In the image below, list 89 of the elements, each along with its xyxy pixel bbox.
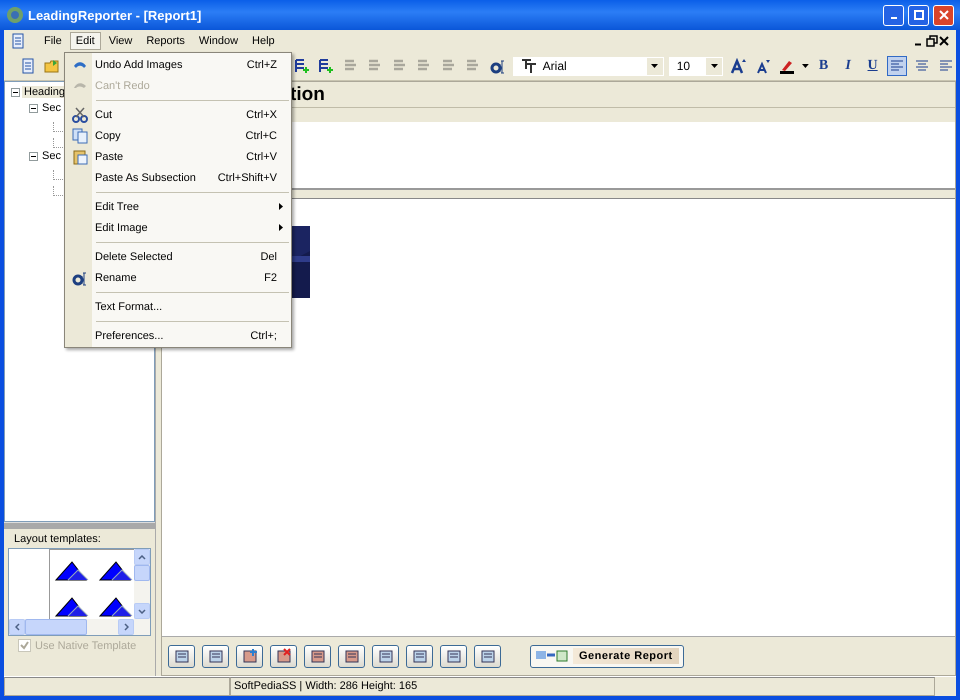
menu-item[interactable]: Text Format... xyxy=(65,296,291,317)
menu-item[interactable]: File xyxy=(38,32,68,50)
collapse-icon[interactable] xyxy=(29,152,38,160)
collapse-icon[interactable] xyxy=(11,88,20,96)
app-icon xyxy=(6,6,24,24)
font-icon xyxy=(520,58,537,74)
caret-icon xyxy=(710,64,718,68)
format-button[interactable]: I xyxy=(838,56,858,76)
tool-button[interactable] xyxy=(338,644,365,668)
close-icon xyxy=(938,35,950,47)
format-button[interactable]: B xyxy=(814,56,834,76)
menu-item[interactable]: Window xyxy=(192,32,244,50)
add-image-icon xyxy=(242,648,258,664)
minimize-button[interactable] xyxy=(883,4,904,26)
scrollbar-thumb[interactable] xyxy=(25,619,87,635)
document-icon xyxy=(20,58,36,74)
clipboard-icon xyxy=(72,148,88,164)
submenu-arrow-icon xyxy=(279,224,283,231)
section-label: Layout templates: xyxy=(13,533,102,545)
font-size-dropdown[interactable]: 10 xyxy=(668,56,724,76)
menu-item[interactable]: Help xyxy=(246,32,281,50)
chevron-right-icon xyxy=(124,623,128,631)
scroll-right-button[interactable] xyxy=(118,619,134,635)
section-heading: tion xyxy=(290,84,325,106)
menu-item[interactable]: Preferences... Ctrl+; xyxy=(65,325,291,346)
scissors-icon xyxy=(72,106,88,122)
menu-item[interactable]: Undo Add Images Ctrl+Z xyxy=(65,54,291,75)
menu-item[interactable]: Edit Image xyxy=(65,217,291,238)
tool-button[interactable] xyxy=(440,644,467,668)
minimize-icon[interactable] xyxy=(914,42,922,46)
menu-item[interactable]: Rename F2 xyxy=(65,267,291,288)
status-text: SoftPediaSS | Width: 286 Height: 165 xyxy=(230,677,935,696)
tool-button[interactable] xyxy=(168,644,195,668)
tree-item[interactable]: Sec xyxy=(40,150,63,162)
delete-image-icon xyxy=(276,648,292,664)
menu-item[interactable]: Paste As Subsection Ctrl+Shift+V xyxy=(65,167,291,188)
checkbox-label: Use Native Template xyxy=(35,640,136,652)
redo-icon xyxy=(73,82,87,89)
rename-icon xyxy=(72,270,88,286)
close-icon xyxy=(938,10,948,20)
list-add-icon xyxy=(294,58,310,74)
tool-button[interactable] xyxy=(202,644,229,668)
tool-button[interactable] xyxy=(270,644,297,668)
menu-item[interactable]: Reports xyxy=(140,32,191,50)
grow-font-button[interactable] xyxy=(728,56,748,76)
chevron-up-icon xyxy=(138,554,146,560)
restore-icon xyxy=(926,35,938,47)
scrollbar-thumb[interactable] xyxy=(134,565,150,581)
menu-item[interactable]: Cut Ctrl+X xyxy=(65,104,291,125)
folder-icon xyxy=(44,58,60,74)
chevron-left-icon xyxy=(14,623,20,631)
menu-item[interactable]: Edit Tree xyxy=(65,196,291,217)
tool-button[interactable] xyxy=(372,644,399,668)
menu-item[interactable]: Delete Selected Del xyxy=(65,246,291,267)
scroll-left-button[interactable] xyxy=(9,619,25,635)
tool-button[interactable] xyxy=(236,644,263,668)
format-button[interactable]: U xyxy=(862,56,882,76)
caret-icon xyxy=(802,64,809,68)
add-section-button[interactable] xyxy=(292,56,312,76)
collapse-icon[interactable] xyxy=(29,104,38,112)
close-button[interactable] xyxy=(933,4,954,26)
maximize-icon xyxy=(914,10,924,20)
generate-report-button[interactable]: Generate Report xyxy=(530,644,684,668)
menu-item[interactable]: Copy Ctrl+C xyxy=(65,125,291,146)
font-dropdown[interactable]: Arial xyxy=(512,56,664,76)
tree-item[interactable]: Sec xyxy=(40,102,63,114)
tool-button[interactable] xyxy=(406,644,433,668)
tool-button[interactable] xyxy=(474,644,501,668)
font-grow-icon xyxy=(730,58,746,74)
caret-icon xyxy=(651,64,658,68)
font-shrink-icon xyxy=(754,58,771,74)
window-title: LeadingReporter - [Report1] xyxy=(28,8,202,22)
scroll-up-button[interactable] xyxy=(134,549,150,565)
menu-item[interactable]: View xyxy=(102,32,138,50)
copy-icon xyxy=(72,128,88,144)
list-add-icon xyxy=(318,58,334,74)
maximize-button[interactable] xyxy=(908,4,929,26)
tool-button[interactable] xyxy=(304,644,331,668)
rename-icon xyxy=(490,58,506,74)
menu-item[interactable]: Paste Ctrl+V xyxy=(65,146,291,167)
app-document-icon xyxy=(10,33,26,49)
text-color-icon xyxy=(779,58,796,74)
tree-item[interactable]: Heading xyxy=(22,86,67,98)
submenu-arrow-icon xyxy=(279,203,283,210)
report-flow-icon xyxy=(535,648,569,664)
menu-item[interactable]: Edit xyxy=(70,32,101,50)
chevron-down-icon xyxy=(138,608,146,614)
align-button[interactable] xyxy=(887,56,907,76)
scroll-down-button[interactable] xyxy=(134,603,150,619)
